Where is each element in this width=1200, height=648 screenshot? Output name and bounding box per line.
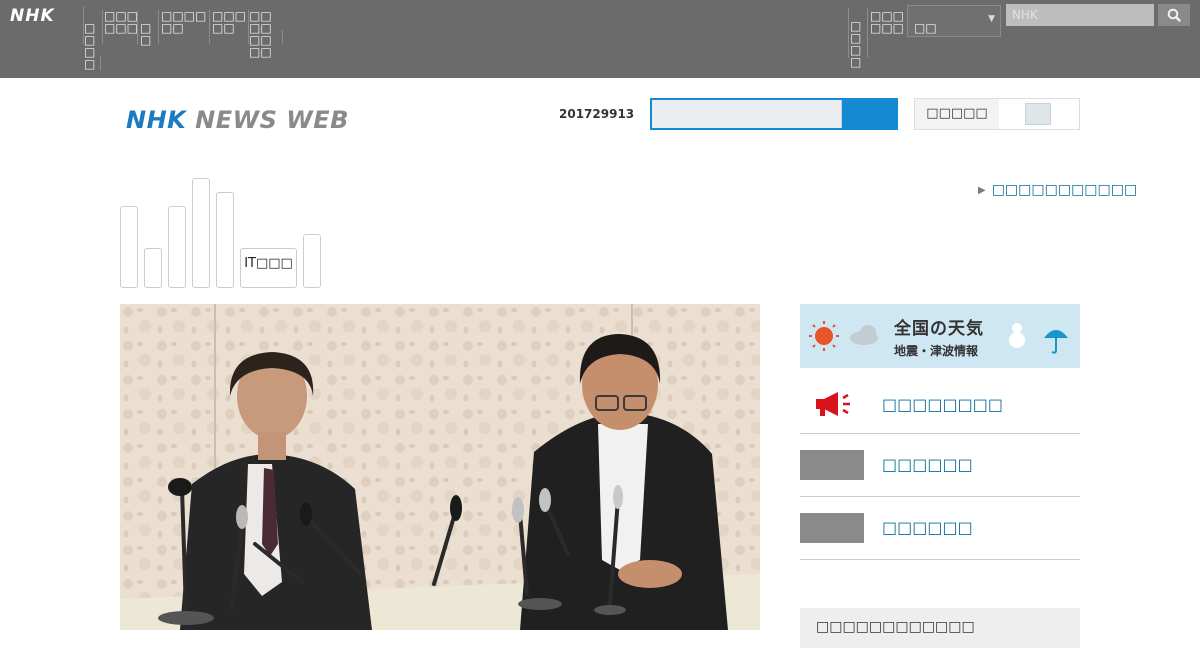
side-link-label: □□□□□□ [882, 518, 973, 537]
site-search-input[interactable] [652, 100, 842, 128]
search-icon [1167, 8, 1181, 22]
nav-item-4[interactable]: □□□□□□ [161, 10, 209, 34]
main-news-photo[interactable] [120, 304, 760, 630]
nav-divider [158, 10, 159, 44]
region-select-value: □□ [914, 21, 937, 35]
thumbnail [800, 513, 864, 543]
category-tab-it[interactable]: IT□□□ [240, 248, 297, 288]
region-select[interactable]: □□ ▼ [907, 5, 1001, 37]
nav-item-6[interactable]: □□□□□□□□ [249, 10, 281, 58]
category-tab-4[interactable] [192, 178, 210, 288]
category-tab-1[interactable] [120, 206, 138, 288]
site-search-button[interactable] [842, 100, 896, 128]
weather-title: 全国の天気 [894, 319, 984, 339]
snowman-icon [1009, 323, 1068, 354]
umbrella-icon [1044, 330, 1068, 338]
font-size-label: □□□□□ [926, 106, 988, 121]
site-search-box [650, 98, 898, 130]
sun-icon [809, 321, 878, 351]
weather-banner[interactable]: 全国の天気 地震・津波情報 [800, 304, 1080, 368]
category-tab-3[interactable] [168, 206, 186, 288]
nav-divider [848, 8, 849, 58]
category-tab-2[interactable] [144, 248, 162, 288]
side-link-3[interactable]: □□□□□□ [800, 497, 1080, 560]
logo-nhk-text: NHK [126, 106, 187, 134]
global-nav-bar: NHK □□□□ □□□□□□ □□ □□□□□□ □□□□□ □□□□□□□□… [0, 0, 1200, 78]
nav-item-1[interactable]: □□□□ [84, 22, 98, 70]
nav-item-3[interactable]: □□ [140, 22, 156, 46]
thumbnail [800, 450, 864, 480]
global-search-input[interactable]: NHK [1006, 4, 1154, 26]
press-conference-image [120, 304, 760, 630]
category-tab-5[interactable] [216, 192, 234, 288]
side-link-1[interactable]: □□□□□□□□ [800, 376, 1080, 434]
font-size-toggle[interactable] [1025, 103, 1051, 125]
side-link-2[interactable]: □□□□□□ [800, 434, 1080, 497]
side-link-label: □□□□□□□□ [882, 395, 1003, 414]
font-size-control: □□□□□ [914, 98, 1080, 130]
nav-divider [282, 30, 283, 44]
nav-right-item-1[interactable]: □□□□ [850, 20, 864, 68]
earthquake-tsunami-label: 地震・津波情報 [894, 344, 979, 358]
triangle-right-icon: ▶ [978, 185, 986, 196]
nhk-logo[interactable]: NHK [10, 6, 55, 26]
nav-divider [209, 10, 210, 44]
nav-right-item-2[interactable]: □□□□□□ [870, 10, 906, 34]
nav-item-2[interactable]: □□□□□□ [104, 10, 140, 34]
regional-news-link-label: □□□□□□□□□□□ [991, 182, 1138, 198]
megaphone-icon [816, 392, 850, 416]
nav-divider [867, 8, 868, 58]
global-search-button[interactable] [1158, 4, 1190, 26]
date-display: 201729913 [559, 107, 635, 121]
nav-divider [102, 10, 103, 44]
nav-item-5[interactable]: □□□□□ [212, 10, 248, 34]
ranking-title: □□□□□□□□□□□□ [816, 619, 975, 635]
nhk-news-web-logo[interactable]: NHK NEWS WEB [126, 106, 349, 134]
side-link-label: □□□□□□ [882, 455, 973, 474]
caret-down-icon: ▼ [988, 14, 995, 24]
category-tab-7[interactable] [303, 234, 321, 288]
nav-divider [137, 10, 138, 44]
ranking-box: □□□□□□□□□□□□ [800, 608, 1080, 648]
regional-news-link[interactable]: ▶ □□□□□□□□□□□ [978, 182, 1137, 198]
nav-divider [100, 56, 101, 70]
logo-news-web-text: NEWS WEB [195, 106, 349, 134]
